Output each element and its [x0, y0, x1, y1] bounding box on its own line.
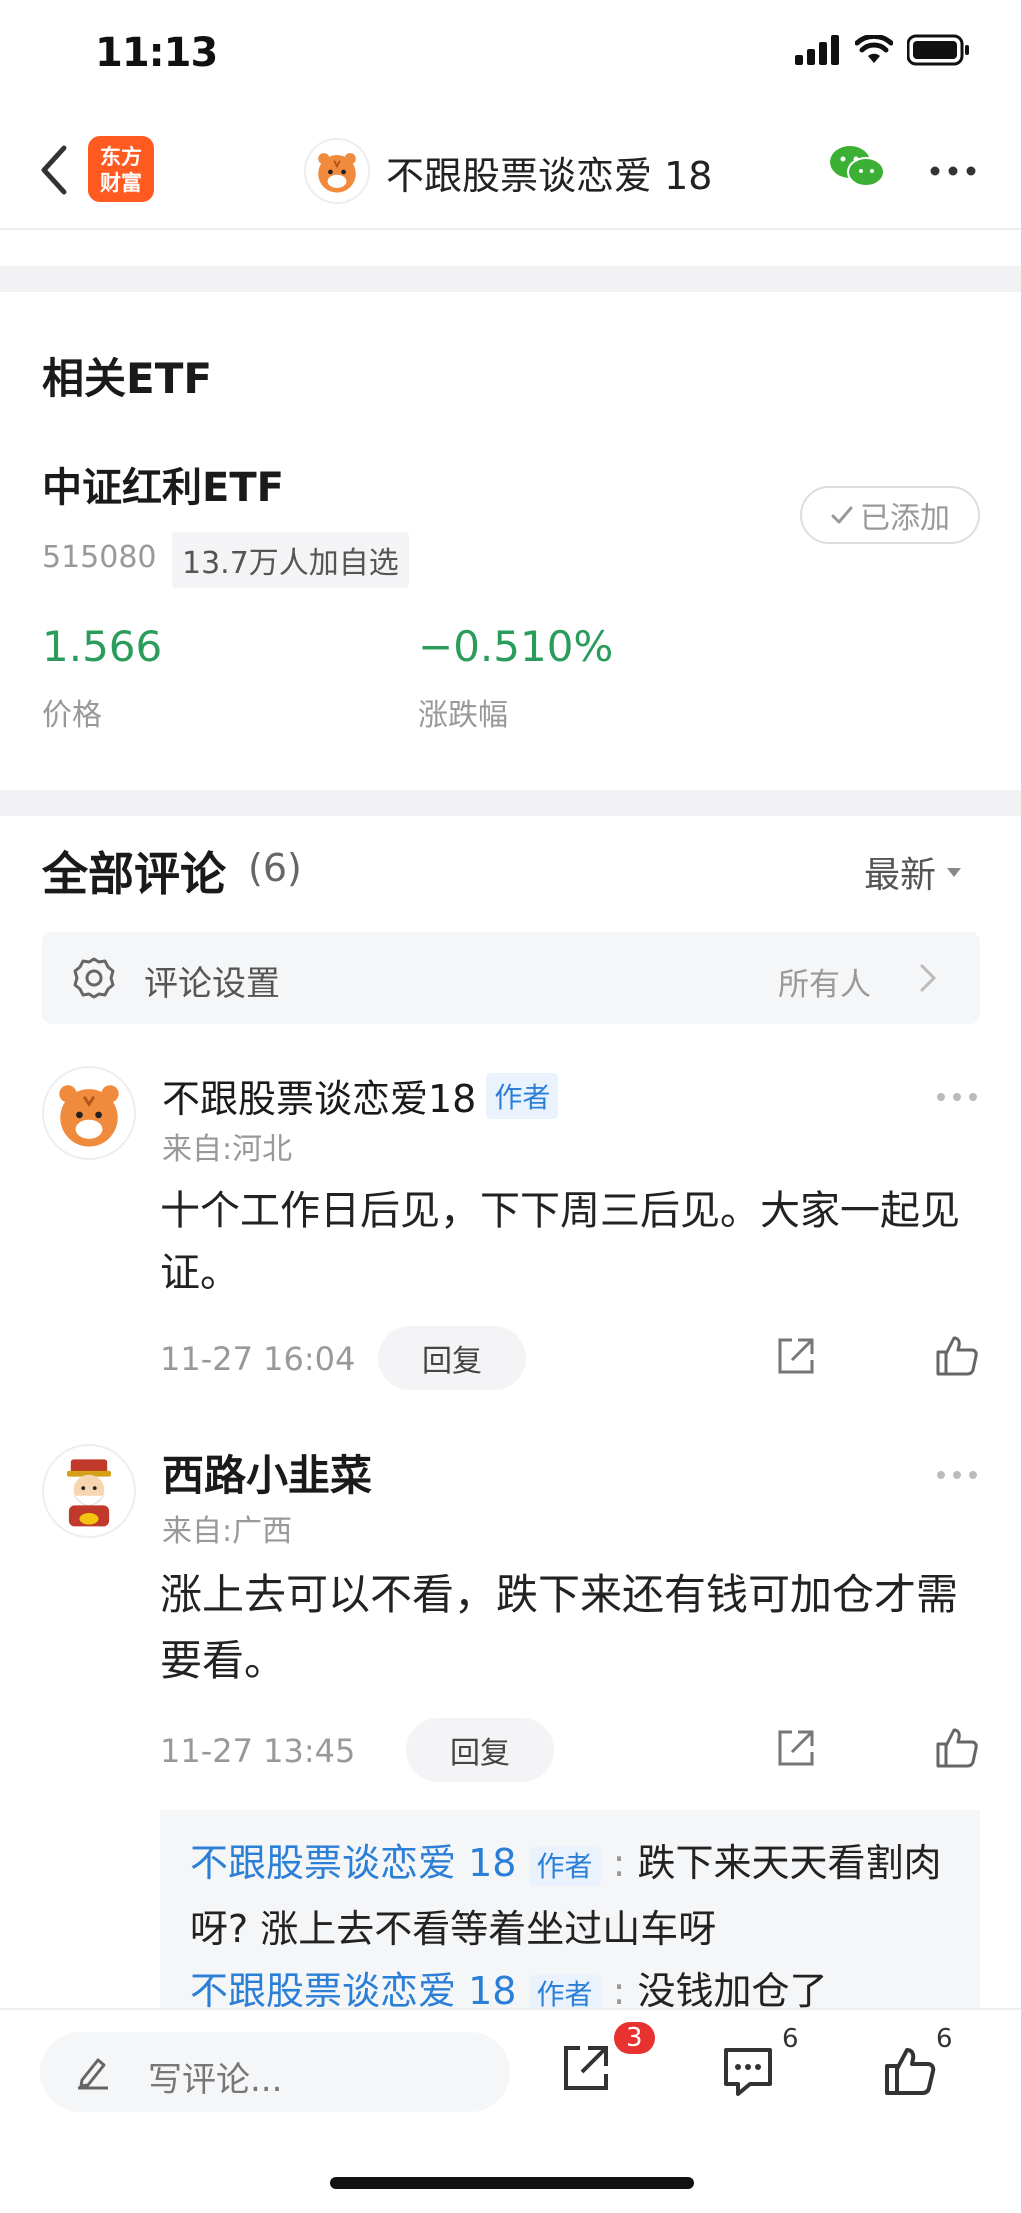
- check-icon: [831, 506, 853, 524]
- avatar[interactable]: [42, 1444, 136, 1538]
- comment-user-name[interactable]: 不跟股票谈恋爱18: [162, 1068, 476, 1123]
- wifi-icon: [855, 35, 893, 63]
- comment-more-icon[interactable]: [936, 1448, 978, 1489]
- like-button[interactable]: [882, 2042, 938, 2102]
- wechat-share-icon[interactable]: [828, 142, 886, 192]
- etf-change-label: 涨跌幅: [418, 698, 508, 733]
- section-divider: [0, 790, 1021, 816]
- etf-change: −0.510%: [418, 622, 614, 671]
- caret-down-icon: [947, 868, 962, 877]
- reply-item[interactable]: 不跟股票谈恋爱 18 作者 : 没钱加仓了: [190, 1960, 950, 2010]
- like-icon: [885, 2048, 936, 2095]
- comments-button[interactable]: [720, 2044, 776, 2102]
- comment-more-icon[interactable]: [936, 1070, 978, 1111]
- reply-thread: 不跟股票谈恋爱 18 作者 : 跌下来天天看割肉呀? 涨上去不看等着坐过山车呀 …: [160, 1810, 980, 2010]
- comment-location: 来自:河北: [162, 1132, 293, 1167]
- write-comment-input[interactable]: 写评论...: [40, 2032, 510, 2112]
- etf-price-label: 价格: [42, 698, 102, 733]
- etf-price: 1.566: [42, 622, 163, 671]
- reply-text: 没钱加仓了: [637, 1969, 828, 2010]
- etf-followers-badge: 13.7万人加自选: [172, 532, 409, 588]
- reply-button[interactable]: 回复: [406, 1718, 554, 1782]
- share-icon[interactable]: [774, 1334, 818, 1378]
- signal-icon: [795, 35, 839, 65]
- avatar[interactable]: [42, 1066, 136, 1160]
- author-tag: 作者: [486, 1072, 559, 1119]
- comment-text: 十个工作日后见，下下周三后见。大家一起见证。: [160, 1188, 960, 1296]
- share-count-badge: 3: [614, 2022, 655, 2054]
- etf-name[interactable]: 中证红利ETF: [42, 455, 284, 513]
- comments-title: 全部评论: [42, 847, 226, 901]
- comment-user-name[interactable]: 西路小韭菜: [162, 1442, 372, 1503]
- related-etf-heading: 相关ETF: [42, 354, 213, 403]
- section-divider: [0, 266, 1021, 292]
- etf-code: 515080: [42, 540, 157, 575]
- chevron-right-icon: [920, 964, 937, 992]
- reply-user-name[interactable]: 不跟股票谈恋爱 18: [190, 1969, 516, 2010]
- more-options-icon[interactable]: [930, 166, 976, 176]
- like-icon[interactable]: [934, 1724, 980, 1770]
- comment-time: 11-27 16:04: [160, 1340, 356, 1378]
- battery-icon: [907, 34, 969, 66]
- like-icon[interactable]: [934, 1332, 980, 1378]
- settings-label: 评论设置: [144, 964, 280, 1004]
- comment-header: 不跟股票谈恋爱18 作者: [162, 1068, 559, 1123]
- comments-count: (6): [248, 846, 302, 890]
- back-button[interactable]: [34, 140, 74, 200]
- reply-user-name[interactable]: 不跟股票谈恋爱 18: [190, 1841, 516, 1885]
- comment-location: 来自:广西: [162, 1514, 293, 1549]
- app-logo: 东方 财富: [88, 136, 154, 202]
- page-title: 不跟股票谈恋爱 18: [386, 154, 713, 198]
- comment-time: 11-27 13:45: [160, 1732, 356, 1770]
- share-button[interactable]: [558, 2040, 614, 2100]
- comment-count: 6: [782, 2024, 799, 2054]
- write-comment-placeholder: 写评论...: [148, 2060, 283, 2100]
- reply-item[interactable]: 不跟股票谈恋爱 18 作者 : 跌下来天天看割肉呀? 涨上去不看等着坐过山车呀: [190, 1832, 950, 1960]
- share-icon[interactable]: [774, 1726, 818, 1770]
- tiger-avatar-icon: [318, 153, 356, 193]
- added-watchlist-button[interactable]: 已添加: [800, 486, 980, 544]
- status-icons: [795, 34, 971, 66]
- tiger-avatar-icon: [59, 1085, 119, 1147]
- author-avatar[interactable]: [304, 138, 370, 204]
- navbar: 东方 财富 不跟股票谈恋爱 18: [0, 110, 1021, 230]
- status-time: 11:13: [95, 30, 218, 76]
- settings-value: 所有人: [778, 967, 871, 1003]
- share-icon: [564, 2046, 608, 2090]
- reply-button[interactable]: 回复: [378, 1326, 526, 1390]
- pencil-icon: [78, 2058, 108, 2090]
- author-tag: 作者: [528, 1847, 601, 1886]
- fortune-god-avatar-icon: [66, 1459, 112, 1527]
- home-indicator: [330, 2177, 694, 2189]
- comment-text: 涨上去可以不看，跌下来还有钱可加仓才需要看。: [160, 1570, 959, 1685]
- comment-settings-row[interactable]: 评论设置 所有人: [42, 932, 980, 1024]
- comment-bubble-icon: [724, 2048, 772, 2096]
- like-count: 6: [936, 2024, 953, 2054]
- sort-dropdown[interactable]: 最新: [864, 846, 962, 898]
- gear-icon: [73, 957, 115, 999]
- author-tag: 作者: [528, 1975, 601, 2010]
